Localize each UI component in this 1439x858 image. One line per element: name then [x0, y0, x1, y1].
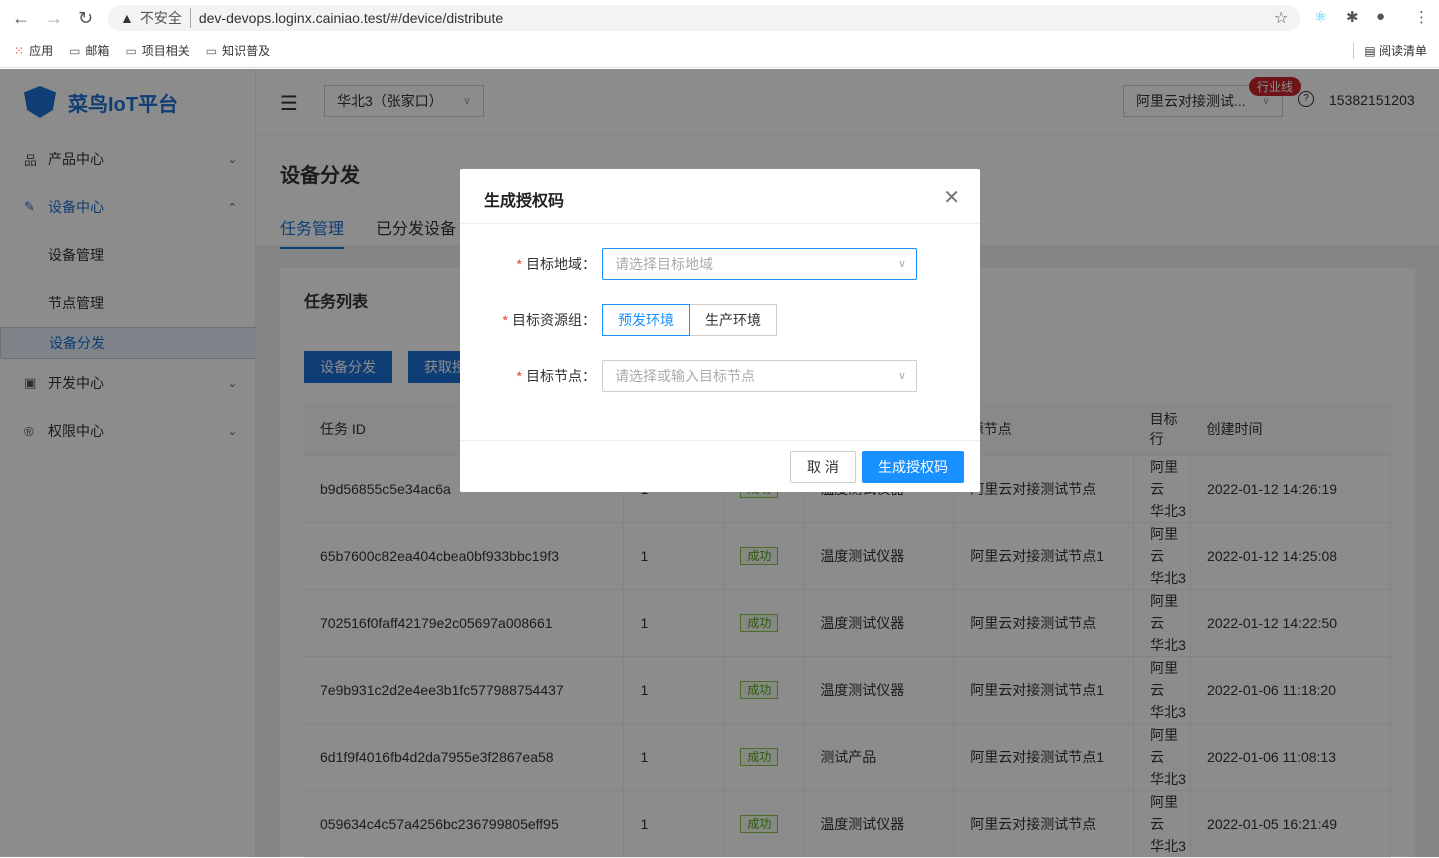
address-bar[interactable]: ▲ 不安全 dev-devops.loginx.cainiao.test/#/dev… — [108, 5, 1300, 31]
bookmark-folder[interactable]: ▭ 邮箱 — [69, 42, 109, 59]
browser-chrome: ← → ↻ ▲ 不安全 dev-devops.loginx.cainiao.test… — [0, 0, 1439, 68]
apps-icon: ⁙ — [14, 44, 25, 58]
modal-title: 生成授权码 — [460, 169, 980, 224]
folder-icon: ▭ — [125, 44, 137, 58]
region-label: 目标地域： — [526, 256, 596, 272]
reading-list[interactable]: ▤ 阅读清单 — [1353, 42, 1427, 59]
radio-production[interactable]: 生产环境 — [690, 304, 777, 336]
bookmark-folder[interactable]: ▭ 项目相关 — [125, 42, 189, 59]
bookmark-folder[interactable]: ▭ 知识普及 — [206, 42, 270, 59]
folder-icon: ▭ — [205, 44, 218, 58]
react-extension-icon[interactable]: ⚛ — [1314, 8, 1327, 26]
list-icon: ▤ — [1364, 44, 1379, 58]
insecure-label: 不安全 — [140, 8, 191, 28]
node-label: 目标节点： — [526, 368, 596, 384]
radio-staging[interactable]: 预发环境 — [602, 304, 690, 336]
warning-icon: ▲ — [120, 10, 134, 26]
chevron-down-icon: ∨ — [897, 258, 906, 270]
close-icon[interactable]: ✕ — [943, 185, 960, 210]
chevron-down-icon: ∨ — [897, 370, 906, 382]
cancel-button[interactable]: 取 消 — [790, 451, 856, 483]
auth-code-modal: 生成授权码 ✕ * 目标地域： 请选择目标地域 ∨ * 目标资源组： 预发环境 生产环… — [460, 169, 980, 492]
back-icon[interactable]: ← — [12, 8, 30, 29]
profile-icon[interactable]: ● — [1376, 8, 1385, 25]
target-region-select[interactable]: 请选择目标地域 ∨ — [602, 248, 917, 280]
bookmark-apps[interactable]: ⁙ 应用 — [14, 42, 53, 59]
url-text: dev-devops.loginx.cainiao.test/#/device/… — [198, 10, 504, 26]
folder-icon: ▭ — [69, 44, 81, 58]
generate-auth-code-button[interactable]: 生成授权码 — [862, 451, 964, 483]
reload-icon[interactable]: ↻ — [78, 8, 93, 29]
group-label: 目标资源组： — [512, 312, 596, 328]
forward-icon[interactable]: → — [45, 8, 63, 29]
menu-icon[interactable]: ⋮ — [1414, 8, 1429, 26]
puzzle-icon[interactable]: ✱ — [1346, 8, 1359, 26]
target-node-select[interactable]: 请选择或输入目标节点 ∨ — [602, 360, 917, 392]
star-icon[interactable]: ☆ — [1274, 8, 1288, 28]
